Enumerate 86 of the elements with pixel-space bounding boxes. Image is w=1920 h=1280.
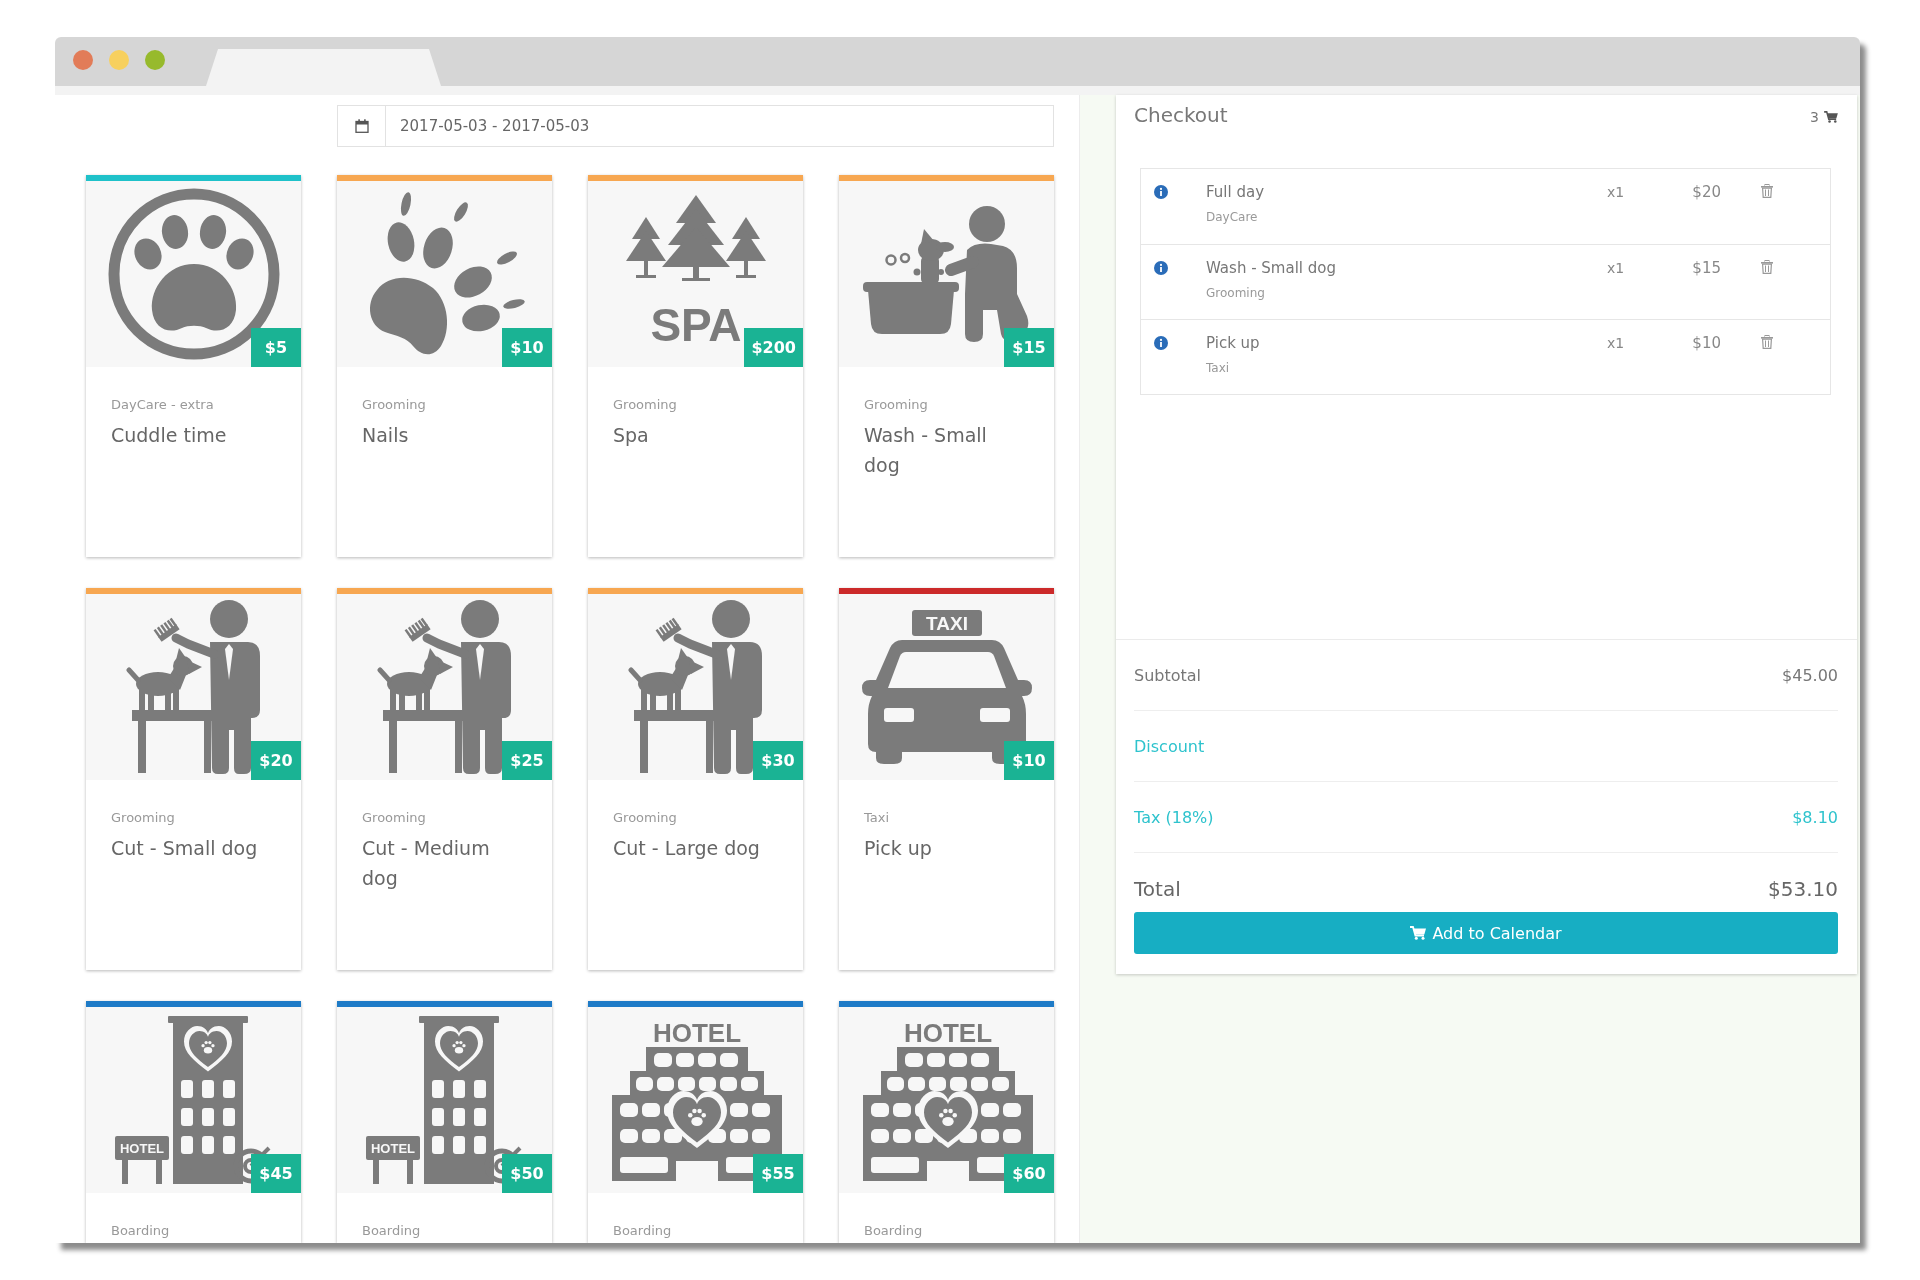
item-name: Pick up (1206, 334, 1261, 352)
service-title: Pick up (864, 836, 933, 861)
price-badge: $30 (753, 741, 803, 780)
service-title: Wash - Small dog (864, 423, 988, 478)
service-card[interactable]: $10 Grooming Nails (337, 175, 552, 557)
service-category: Boarding (864, 1222, 924, 1240)
icon-lettering: HOTEL (903, 1018, 992, 1048)
price-badge: $25 (502, 741, 552, 780)
price-badge: $10 (1004, 741, 1054, 780)
dog-grooming-icon (125, 598, 262, 776)
service-category: Grooming (613, 396, 678, 414)
price-badge: $45 (251, 1154, 301, 1193)
service-card[interactable]: $25 Grooming Cut - Medium dog (337, 588, 552, 970)
service-title: Cut - Small dog (111, 836, 259, 861)
service-category: Grooming (111, 809, 176, 827)
price-badge: $55 (753, 1154, 803, 1193)
cart-count: 3 (1810, 109, 1819, 125)
service-card[interactable]: SPA $200 Grooming Spa (588, 175, 803, 557)
checkout-title: Checkout (1134, 103, 1228, 127)
service-card[interactable]: HOTEL $50 Boarding (337, 1001, 552, 1243)
price-badge: $10 (502, 328, 552, 367)
service-card[interactable]: HOTEL $60 Boarding (839, 1001, 1054, 1243)
pine-trees-icon (625, 195, 766, 281)
info-icon[interactable] (1154, 261, 1168, 275)
service-card[interactable]: TAXI $10 Taxi Pick up (839, 588, 1054, 970)
service-card[interactable]: $5 DayCare - extra Cuddle time (86, 175, 301, 557)
icon-lettering: SPA (649, 299, 742, 351)
price-badge: $15 (1004, 328, 1054, 367)
item-price: $20 (1691, 183, 1721, 201)
service-title: Nails (362, 423, 410, 448)
dog-grooming-icon (376, 598, 513, 776)
service-category: Grooming (613, 809, 678, 827)
cart-icon (1410, 926, 1427, 940)
trash-icon[interactable] (1761, 184, 1773, 198)
price-badge: $60 (1004, 1154, 1054, 1193)
price-badge: $50 (502, 1154, 552, 1193)
item-quantity: x1 (1607, 183, 1626, 201)
price-badge: $5 (251, 328, 301, 367)
calendar-icon (354, 119, 369, 133)
service-category: Taxi (864, 809, 891, 827)
service-card[interactable]: HOTEL $45 Boarding (86, 1001, 301, 1243)
summary-label: Tax (18%) (1134, 807, 1214, 827)
item-price: $15 (1691, 259, 1721, 277)
info-icon[interactable] (1154, 185, 1168, 199)
service-category: Boarding (362, 1222, 422, 1240)
service-category: Grooming (864, 396, 929, 414)
service-title: Cut - Large dog (613, 836, 761, 861)
trash-icon[interactable] (1761, 335, 1773, 349)
service-category: Boarding (613, 1222, 673, 1240)
item-name: Wash - Small dog (1206, 259, 1337, 277)
item-price: $10 (1691, 334, 1721, 352)
icon-lettering: HOTEL (652, 1018, 741, 1048)
cart-icon[interactable] (1824, 111, 1838, 123)
item-name: Full day (1206, 183, 1265, 201)
service-card[interactable]: HOTEL $55 Boarding (588, 1001, 803, 1243)
date-range-field[interactable]: 2017-05-03 - 2017-05-03 (337, 105, 1054, 147)
summary-label: Subtotal (1134, 665, 1202, 685)
service-category: Boarding (111, 1222, 171, 1240)
total-value: $53.10 (1768, 877, 1838, 901)
item-category: DayCare (1206, 209, 1259, 225)
window-maximize-button[interactable] (145, 50, 165, 70)
summary-value: $8.10 (1792, 807, 1838, 827)
icon-lettering: TAXI (925, 613, 968, 634)
info-icon[interactable] (1154, 336, 1168, 350)
item-category: Taxi (1206, 360, 1231, 376)
service-card[interactable]: $15 Grooming Wash - Small dog (839, 175, 1054, 557)
summary-value: $45.00 (1782, 665, 1838, 685)
service-card[interactable]: $30 Grooming Cut - Large dog (588, 588, 803, 970)
icon-lettering: HOTEL (119, 1141, 164, 1156)
service-card[interactable]: $20 Grooming Cut - Small dog (86, 588, 301, 970)
service-title: Spa (613, 423, 650, 448)
service-category: DayCare - extra (111, 396, 215, 414)
window-close-button[interactable] (73, 50, 93, 70)
service-category: Grooming (362, 809, 427, 827)
total-label: Total (1134, 877, 1181, 901)
service-title: Cuddle time (111, 423, 228, 448)
item-category: Grooming (1206, 285, 1266, 301)
dog-grooming-icon (627, 598, 764, 776)
price-badge: $200 (744, 328, 803, 367)
service-category: Grooming (362, 396, 427, 414)
item-quantity: x1 (1607, 259, 1626, 277)
price-badge: $20 (251, 741, 301, 780)
trash-icon[interactable] (1761, 260, 1773, 274)
icon-lettering: HOTEL (370, 1141, 415, 1156)
item-quantity: x1 (1607, 334, 1626, 352)
service-title: Cut - Medium dog (362, 836, 491, 891)
